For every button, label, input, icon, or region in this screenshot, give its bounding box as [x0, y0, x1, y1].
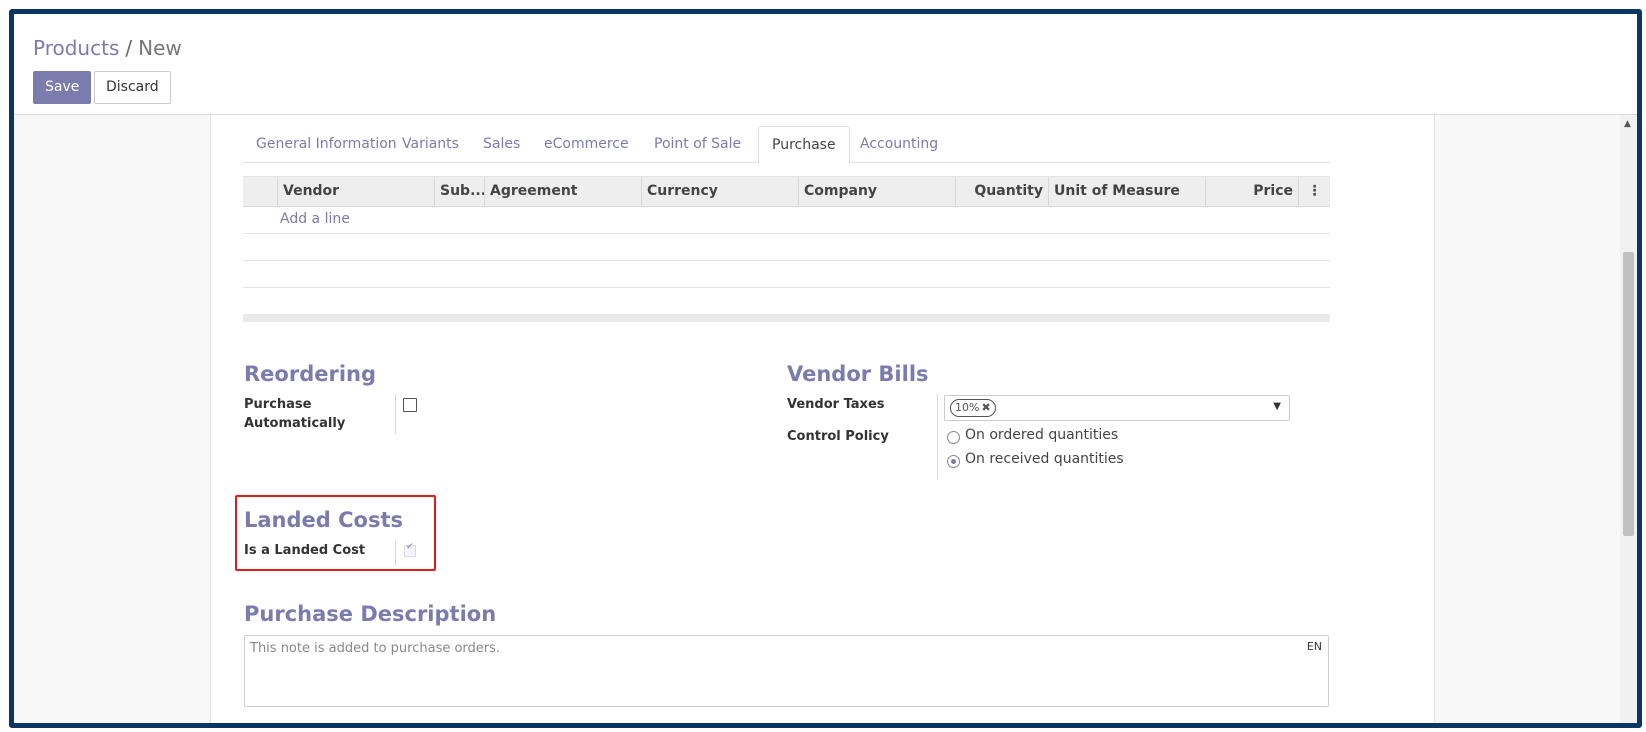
vendor-taxes-input[interactable]: 10% ✖ ▼ [944, 395, 1290, 421]
scroll-up-arrow-icon[interactable]: ▲ [1624, 119, 1631, 129]
control-policy-label: Control Policy [787, 429, 889, 444]
vertical-scrollbar[interactable]: ▲ [1620, 115, 1637, 723]
radio-ordered-quantities-label[interactable]: On ordered quantities [965, 427, 1118, 443]
table-row [243, 261, 1330, 288]
column-quantity[interactable]: Quantity [955, 177, 1048, 206]
vendor-bills-title: Vendor Bills [787, 362, 929, 386]
tab-accounting[interactable]: Accounting [847, 126, 951, 162]
language-badge[interactable]: EN [1307, 640, 1322, 653]
remove-tag-icon[interactable]: ✖ [981, 401, 990, 414]
is-landed-cost-checkbox[interactable]: ✔ [404, 542, 416, 557]
notebook-tabs: General Information Variants Sales eComm… [243, 126, 1330, 164]
dropdown-caret-icon[interactable]: ▼ [1273, 401, 1281, 412]
tab-point-of-sale[interactable]: Point of Sale [641, 126, 754, 162]
column-agreement[interactable]: Agreement [484, 177, 641, 206]
purchase-description-input[interactable]: This note is added to purchase orders. E… [244, 635, 1329, 707]
table-footer [243, 314, 1330, 322]
screenshot-frame: Products / New Save Discard General Inform… [9, 9, 1642, 728]
tab-general-information[interactable]: General Information [243, 126, 410, 162]
breadcrumb-separator: / [125, 36, 133, 60]
discard-button[interactable]: Discard [94, 71, 171, 104]
control-panel: Products / New Save Discard [14, 14, 1637, 115]
form-sheet: General Information Variants Sales eComm… [210, 115, 1435, 723]
column-subcontractor[interactable]: Sub... [434, 177, 484, 206]
purchase-automatically-label: Purchase Automatically [244, 397, 346, 431]
save-button[interactable]: Save [33, 71, 92, 104]
table-header: Vendor Sub... Agreement Currency Company… [243, 176, 1330, 207]
vendor-taxes-label: Vendor Taxes [787, 397, 885, 412]
radio-ordered-quantities[interactable] [947, 431, 960, 444]
add-a-line-link[interactable]: Add a line [280, 211, 350, 227]
breadcrumb: Products / New [33, 36, 182, 60]
tab-ecommerce[interactable]: eCommerce [531, 126, 642, 162]
radio-received-quantities[interactable] [947, 455, 960, 468]
table-row [243, 234, 1330, 261]
landed-costs-title: Landed Costs [244, 508, 403, 532]
column-vendor[interactable]: Vendor [277, 177, 434, 206]
table-row: Add a line [243, 207, 1330, 234]
purchase-automatically-checkbox[interactable] [403, 398, 417, 412]
purchase-description-placeholder: This note is added to purchase orders. [250, 641, 501, 656]
column-price[interactable]: Price [1205, 177, 1298, 206]
radio-received-quantities-label[interactable]: On received quantities [965, 451, 1124, 467]
tab-sales[interactable]: Sales [470, 126, 533, 162]
breadcrumb-products[interactable]: Products [33, 36, 119, 60]
optional-columns-icon[interactable]: ⋮ [1298, 177, 1330, 206]
tax-tag: 10% ✖ [950, 399, 996, 417]
field-separator [937, 394, 938, 480]
tab-variants[interactable]: Variants [389, 126, 472, 162]
scrollbar-thumb[interactable] [1623, 252, 1634, 536]
breadcrumb-current: New [138, 36, 182, 60]
tab-purchase[interactable]: Purchase [758, 126, 850, 164]
vendor-pricelist-table: Vendor Sub... Agreement Currency Company… [243, 176, 1330, 322]
column-unit-of-measure[interactable]: Unit of Measure [1048, 177, 1205, 206]
field-separator [395, 394, 396, 434]
purchase-description-title: Purchase Description [244, 602, 497, 626]
reordering-title: Reordering [244, 362, 377, 386]
column-company[interactable]: Company [798, 177, 955, 206]
is-landed-cost-label: Is a Landed Cost [244, 543, 366, 558]
check-icon: ✔ [406, 542, 414, 552]
field-separator [395, 540, 396, 566]
column-currency[interactable]: Currency [641, 177, 798, 206]
form-content: General Information Variants Sales eComm… [14, 115, 1637, 723]
